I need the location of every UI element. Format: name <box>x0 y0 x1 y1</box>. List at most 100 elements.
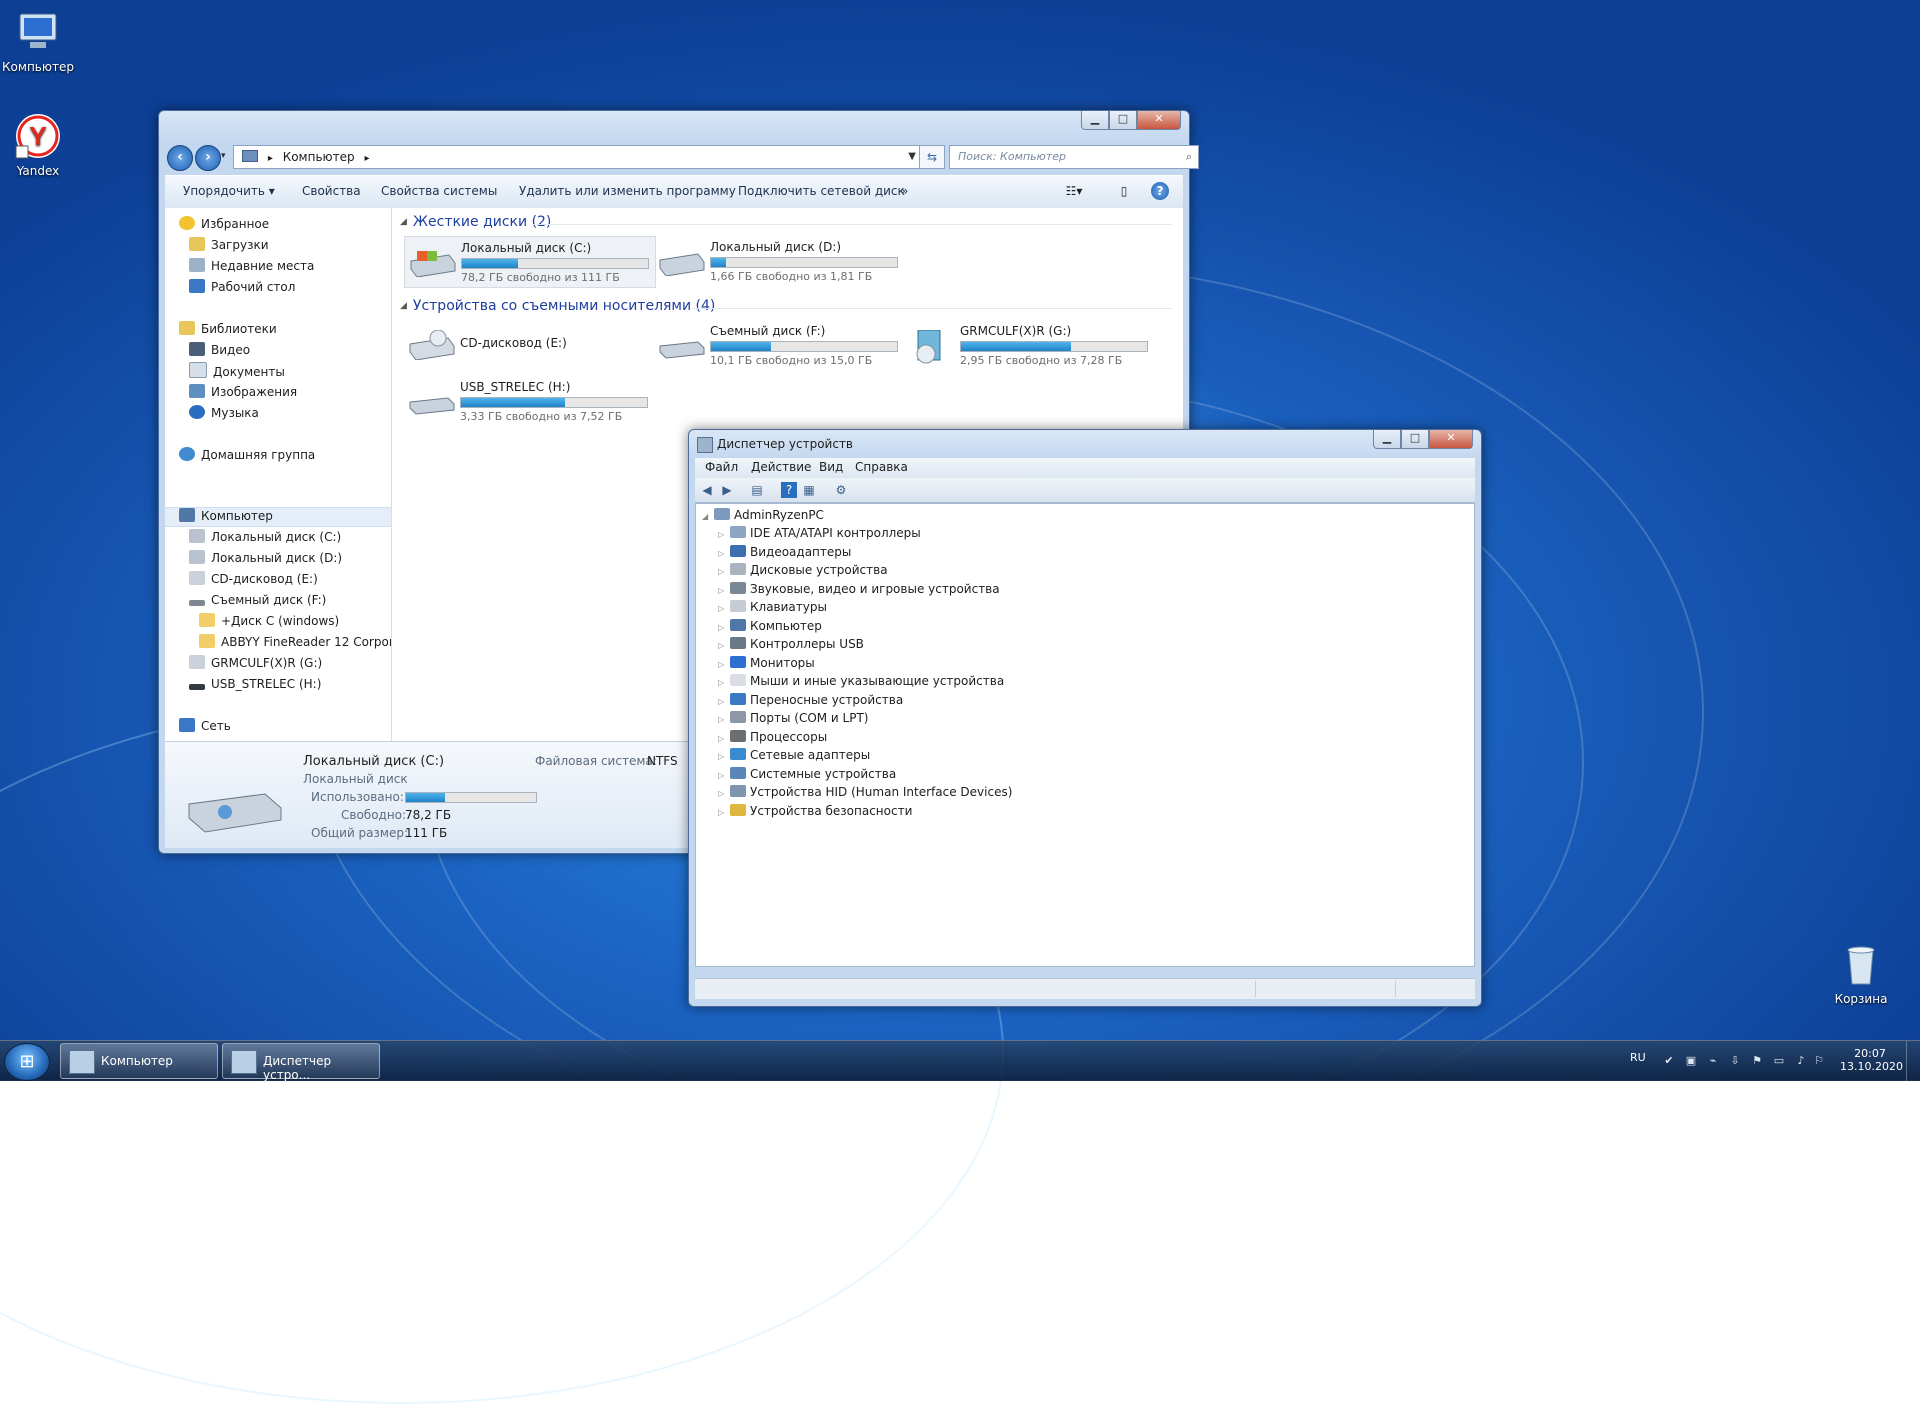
expand-icon[interactable]: ▷ <box>718 656 730 674</box>
desktop-icon-computer[interactable]: Компьютер <box>0 8 83 74</box>
maximize-button[interactable]: □ <box>1109 111 1137 130</box>
menu-action[interactable]: Действие <box>751 460 811 474</box>
nav-drive-g[interactable]: GRMCULF(X)R (G:) <box>189 654 322 672</box>
tree-category[interactable]: ▷ Системные устройства <box>718 765 896 783</box>
tree-category[interactable]: ▷ Мыши и иные указывающие устройства <box>718 672 1004 690</box>
nav-drive-e[interactable]: CD-дисковод (E:) <box>189 570 318 588</box>
properties-button[interactable]: Свойства <box>302 184 361 198</box>
breadcrumb-separator[interactable]: ▸ <box>364 153 369 164</box>
usb-icon[interactable]: ⇩ <box>1728 1054 1742 1068</box>
desktop-icon-yandex[interactable]: Y Yandex <box>0 112 83 178</box>
tree-category[interactable]: ▷ Процессоры <box>718 728 827 746</box>
drive-g[interactable]: GRMCULF(X)R (G:) 2,95 ГБ свободно из 7,2… <box>904 320 1154 370</box>
nav-downloads[interactable]: Загрузки <box>189 236 269 254</box>
group-removable[interactable]: ◢ Устройства со съемными носителями (4) <box>400 298 715 314</box>
preview-pane-icon[interactable]: ▯ <box>1115 182 1133 200</box>
organize-button[interactable]: Упорядочить ▾ <box>183 184 275 198</box>
nav-favorites[interactable]: Избранное <box>179 215 269 233</box>
action-center-icon[interactable]: ⚑ <box>1750 1054 1764 1068</box>
chevron-down-icon[interactable]: ▼ <box>908 146 916 168</box>
nav-desktop[interactable]: Рабочий стол <box>189 278 295 296</box>
search-input[interactable]: Поиск: Компьютер ⌕ <box>949 145 1199 169</box>
menu-view[interactable]: Вид <box>819 460 843 474</box>
forward-arrow-icon[interactable]: ▶ <box>719 482 735 498</box>
nav-drive-d[interactable]: Локальный диск (D:) <box>189 549 342 567</box>
drive-f[interactable]: Съемный диск (F:) 10,1 ГБ свободно из 15… <box>654 320 904 370</box>
minimize-button[interactable]: ▁ <box>1081 111 1109 130</box>
nav-images[interactable]: Изображения <box>189 383 297 401</box>
tree-root[interactable]: ◢ AdminRyzenPC <box>702 506 824 524</box>
nav-drive-c[interactable]: Локальный диск (C:) <box>189 528 341 546</box>
expand-icon[interactable]: ▷ <box>718 730 730 748</box>
taskbar-button-computer[interactable]: Компьютер <box>60 1043 218 1079</box>
show-hide-tree-icon[interactable]: ▤ <box>749 482 765 498</box>
expand-icon[interactable]: ▷ <box>718 600 730 618</box>
nav-video[interactable]: Видео <box>189 341 250 359</box>
tree-category[interactable]: ▷ Контроллеры USB <box>718 635 864 653</box>
help-icon[interactable]: ? <box>781 482 797 498</box>
nav-drive-h[interactable]: USB_STRELEC (H:) <box>189 675 321 693</box>
address-bar[interactable]: ▸ Компьютер ▸ ▼ <box>233 145 923 169</box>
system-properties-button[interactable]: Свойства системы <box>381 184 497 198</box>
group-hard-drives[interactable]: ◢ Жесткие диски (2) <box>400 214 551 230</box>
tree-category[interactable]: ▷ Мониторы <box>718 654 815 672</box>
expand-icon[interactable]: ▷ <box>718 693 730 711</box>
menu-file[interactable]: Файл <box>705 460 738 474</box>
nav-folder-abbyy[interactable]: ABBYY FineReader 12 Corporate <box>199 633 391 651</box>
nav-homegroup[interactable]: Домашняя группа <box>179 446 315 464</box>
minimize-button[interactable]: ▁ <box>1373 430 1401 449</box>
clock[interactable]: 20:07 13.10.2020 <box>1840 1041 1903 1081</box>
tree-category[interactable]: ▷ Устройства HID (Human Interface Devices… <box>718 783 1012 801</box>
expand-icon[interactable]: ▷ <box>718 582 730 600</box>
maximize-button[interactable]: □ <box>1401 430 1429 449</box>
tree-category[interactable]: ▷ Дисковые устройства <box>718 561 888 579</box>
expand-icon[interactable]: ▷ <box>718 804 730 822</box>
more-commands-button[interactable]: » <box>901 184 908 198</box>
monitor-icon[interactable]: ▭ <box>1772 1054 1786 1068</box>
breadcrumb-separator[interactable]: ▸ <box>268 153 273 164</box>
map-network-drive-button[interactable]: Подключить сетевой диск <box>738 184 905 198</box>
expand-icon[interactable]: ◢ <box>702 508 714 526</box>
nav-documents[interactable]: Документы <box>189 362 285 380</box>
close-button[interactable]: ✕ <box>1429 430 1473 449</box>
back-button[interactable]: ‹ <box>167 145 193 171</box>
nav-network[interactable]: Сеть <box>179 717 231 735</box>
language-indicator[interactable]: RU <box>1630 1051 1646 1091</box>
tree-category[interactable]: ▷ Порты (COM и LPT) <box>718 709 868 727</box>
nav-music[interactable]: Музыка <box>189 404 259 422</box>
nav-drive-f[interactable]: Съемный диск (F:) <box>189 591 326 609</box>
recent-pages-icon[interactable]: ▾ <box>221 151 226 161</box>
scan-hardware-icon[interactable]: ⚙ <box>833 482 849 498</box>
drive-c[interactable]: Локальный диск (C:) 78,2 ГБ свободно из … <box>404 236 656 288</box>
expand-icon[interactable]: ▷ <box>718 767 730 785</box>
breadcrumb[interactable]: Компьютер <box>283 150 355 164</box>
view-options-icon[interactable]: ☷▾ <box>1065 182 1083 200</box>
properties-icon[interactable]: ▦ <box>801 482 817 498</box>
refresh-button[interactable]: ⇆ <box>919 145 945 169</box>
uninstall-program-button[interactable]: Удалить или изменить программу <box>519 184 736 198</box>
expand-icon[interactable]: ▷ <box>718 785 730 803</box>
volume-icon[interactable]: ♪ <box>1794 1054 1808 1068</box>
tree-category[interactable]: ▷ Видеоадаптеры <box>718 543 851 561</box>
help-icon[interactable]: ? <box>1151 182 1169 200</box>
forward-button[interactable]: › <box>195 145 221 171</box>
drive-h[interactable]: USB_STRELEC (H:) 3,33 ГБ свободно из 7,5… <box>404 376 654 426</box>
back-arrow-icon[interactable]: ◀ <box>699 482 715 498</box>
tree-category[interactable]: ▷ IDE ATA/ATAPI контроллеры <box>718 524 921 542</box>
tree-category[interactable]: ▷ Клавиатуры <box>718 598 827 616</box>
taskbar-button-device-manager[interactable]: Диспетчер устро... <box>222 1043 380 1082</box>
expand-icon[interactable]: ▷ <box>718 711 730 729</box>
expand-icon[interactable]: ▷ <box>718 674 730 692</box>
menu-help[interactable]: Справка <box>855 460 908 474</box>
tree-category[interactable]: ▷ Устройства безопасности <box>718 802 912 820</box>
expand-icon[interactable]: ▷ <box>718 748 730 766</box>
drive-e[interactable]: CD-дисковод (E:) <box>404 320 654 370</box>
flag-icon[interactable]: ⚐ <box>1812 1054 1826 1068</box>
nav-computer[interactable]: Компьютер <box>179 507 273 525</box>
nav-recent[interactable]: Недавние места <box>189 257 314 275</box>
tree-category[interactable]: ▷ Компьютер <box>718 617 822 635</box>
start-button[interactable]: ⊞ <box>4 1043 50 1081</box>
close-button[interactable]: ✕ <box>1137 111 1181 130</box>
expand-icon[interactable]: ▷ <box>718 619 730 637</box>
show-desktop-button[interactable] <box>1906 1041 1920 1081</box>
